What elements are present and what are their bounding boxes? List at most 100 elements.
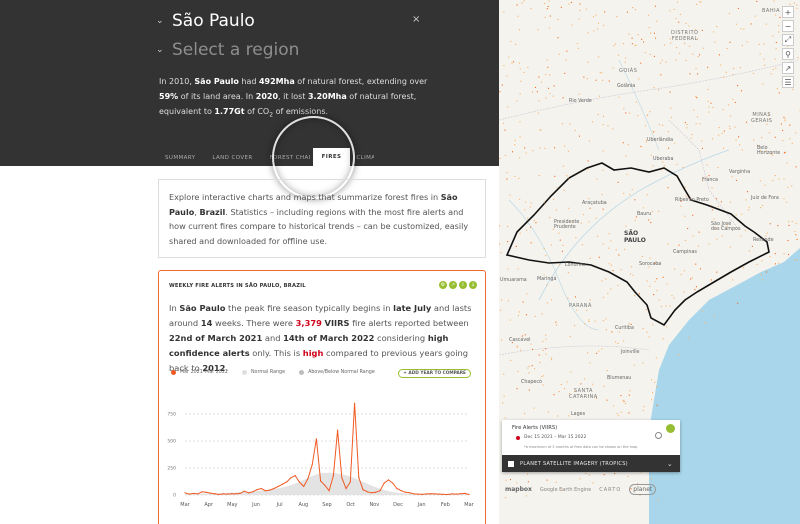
map-label: Varginha <box>729 170 751 175</box>
map-label: Lages <box>571 412 586 417</box>
map-label: Cascavel <box>509 338 531 343</box>
data-point <box>290 477 292 479</box>
map-label: Presidente Prudente <box>554 220 580 230</box>
map-label: Campinas <box>673 250 697 255</box>
data-point <box>218 493 220 496</box>
fullscreen-button[interactable]: ⤢ <box>782 34 794 46</box>
data-point <box>349 481 351 483</box>
data-point <box>404 491 406 493</box>
data-point <box>417 493 419 495</box>
x-tick-label: Mar <box>464 502 474 508</box>
layer-title: Fire Alerts (VIIRS) <box>512 425 558 431</box>
x-tick-label: Oct <box>346 502 355 508</box>
close-icon[interactable]: × <box>412 14 420 25</box>
data-point <box>337 429 339 431</box>
map-menu-button[interactable]: ☰ <box>782 76 794 88</box>
chart-legend: Mar 2021–Mar 2022 Normal Range Above/Bel… <box>171 370 389 375</box>
data-point <box>201 491 203 493</box>
data-point <box>421 493 423 495</box>
data-point <box>209 492 211 494</box>
location-header: ⌄ São Paulo × ⌄ Select a region In 2010,… <box>0 0 499 166</box>
y-tick-label: 750 <box>167 412 176 418</box>
map-attribution: mapbox Google Earth Engine CARTO planet <box>505 484 657 495</box>
x-tick-label: Apr <box>204 502 214 508</box>
data-point <box>235 493 237 495</box>
y-tick-label: 0 <box>173 493 176 499</box>
data-point <box>434 493 436 495</box>
map-label: Juiz de Fora <box>751 196 779 201</box>
map-label-sao-paulo: SÃO PAULO <box>624 230 646 244</box>
legend-item-current: Mar 2021–Mar 2022 <box>171 370 228 375</box>
region-selector-secondary[interactable]: ⌄ Select a region <box>156 40 299 60</box>
x-tick-label: Dec <box>393 502 403 508</box>
map-label: Uberaba <box>653 157 674 162</box>
data-point <box>307 478 309 480</box>
data-point <box>328 490 330 492</box>
settings-icon[interactable]: ⚙ <box>439 281 447 289</box>
map-label: MINAS GERAIS <box>751 112 773 124</box>
data-point <box>455 493 457 495</box>
data-point <box>320 480 322 482</box>
data-point <box>264 490 267 492</box>
data-point <box>188 493 190 495</box>
data-point <box>451 493 453 495</box>
data-point <box>248 492 250 494</box>
zoom-in-button[interactable]: + <box>782 6 794 18</box>
satellite-basemap-bar[interactable]: PLANET SATELLITE IMAGERY (TROPICS) ⌄ <box>502 455 680 472</box>
fires-intro-card: Explore interactive charts and maps that… <box>158 179 486 258</box>
info-icon[interactable]: i <box>459 281 467 289</box>
map-label: Umuarama <box>500 278 527 283</box>
share-map-button[interactable]: ↗ <box>782 62 794 74</box>
y-tick-label: 500 <box>167 439 176 445</box>
map-label: Bauru <box>637 212 652 217</box>
data-point <box>260 487 262 490</box>
data-point <box>298 481 300 483</box>
data-point <box>231 493 233 495</box>
data-point <box>370 492 373 494</box>
data-point <box>184 492 186 494</box>
mapbox-logo[interactable]: mapbox <box>505 486 532 493</box>
chevron-down-icon: ⌄ <box>156 45 164 55</box>
map-label: PARANÁ <box>569 303 592 309</box>
checkbox-icon[interactable] <box>508 460 514 467</box>
data-point <box>256 489 258 491</box>
info-icon[interactable] <box>655 432 662 439</box>
x-tick-label: Jun <box>251 502 260 508</box>
map-label: Chapecó <box>521 380 542 385</box>
data-point <box>252 491 254 493</box>
share-icon[interactable]: ↗ <box>449 281 457 289</box>
weekly-fire-chart: 0 250 500 750 Mar Apr May Jun Jul Aug Sep Oct Nov De… <box>167 402 475 508</box>
zoom-out-button[interactable]: − <box>782 20 794 32</box>
tab-summary[interactable]: SUMMARY <box>155 155 202 166</box>
region-selector-primary[interactable]: ⌄ São Paulo <box>156 11 255 31</box>
satellite-label: PLANET SATELLITE IMAGERY (TROPICS) <box>520 460 628 467</box>
search-map-button[interactable]: ⚲ <box>782 48 794 60</box>
map-label: Goiânia <box>617 84 636 89</box>
data-point <box>294 475 296 477</box>
widget-title: WEEKLY FIRE ALERTS IN SÃO PAULO, BRAZIL <box>169 283 306 289</box>
tab-land-cover[interactable]: LAND COVER <box>202 155 259 166</box>
download-icon[interactable]: ↓ <box>469 281 477 289</box>
x-tick-label: May <box>227 502 237 508</box>
data-point <box>277 485 279 487</box>
data-point <box>226 493 228 495</box>
data-point <box>315 438 317 440</box>
data-point <box>459 493 462 495</box>
map-label: Araçatuba <box>582 201 607 206</box>
data-point <box>413 493 415 495</box>
data-point <box>192 492 195 494</box>
widget-sentence: In São Paulo the peak fire season typica… <box>169 303 472 373</box>
data-point <box>332 475 334 477</box>
layer-toggle[interactable] <box>666 424 675 433</box>
x-tick-label: Jan <box>417 502 426 508</box>
map-label: Joinville <box>621 350 640 355</box>
chevron-down-icon[interactable]: ⌄ <box>667 460 673 468</box>
layer-date-range[interactable]: Dec 15 2021 – Mar 15 2022 <box>516 435 586 440</box>
map-label: Resende <box>753 238 774 243</box>
map-label: Blumenau <box>607 376 632 381</box>
data-point <box>239 492 241 494</box>
data-point <box>426 493 428 495</box>
x-tick-label: Feb <box>441 502 450 508</box>
data-point <box>443 493 445 495</box>
gee-logo: Google Earth Engine <box>539 486 592 493</box>
